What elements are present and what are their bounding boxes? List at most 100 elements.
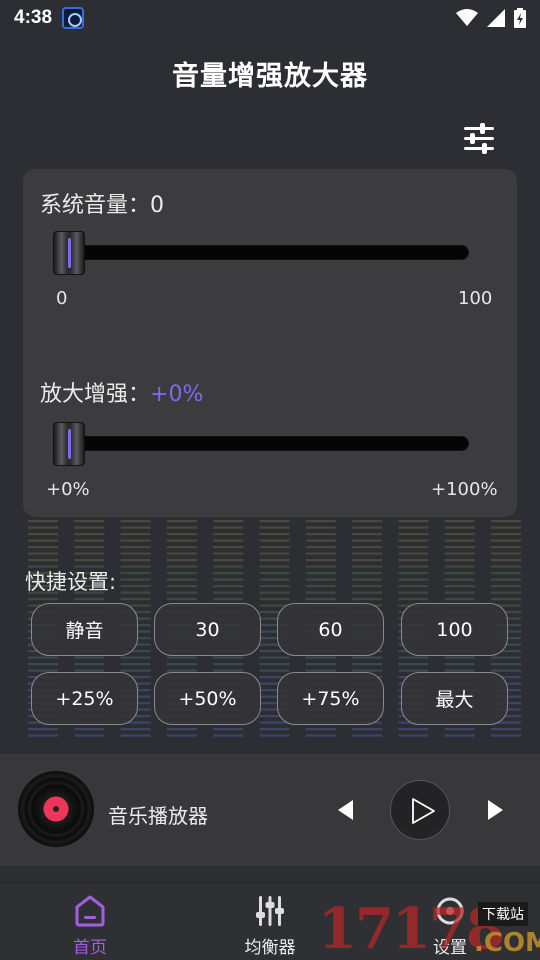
equalizer-bg-dash — [305, 578, 336, 581]
equalizer-bg-dash — [166, 591, 197, 594]
quick-30-button[interactable]: 30 — [154, 603, 261, 656]
equalizer-bg-dash — [259, 728, 290, 731]
quick-plus25-button[interactable]: +25% — [31, 672, 138, 725]
equalizer-bg-dash — [491, 559, 521, 562]
volume-card: 系统音量：0 0 100 放大增强：+0% +0% +100% — [23, 169, 517, 517]
equalizer-bg-dash — [491, 585, 521, 588]
equalizer-bg-dash — [213, 734, 244, 737]
equalizer-bg-dash — [398, 533, 429, 536]
equalizer-bg-dash — [305, 663, 336, 666]
status-bar: 4:38 — [0, 0, 540, 36]
equalizer-bg-dash — [352, 565, 383, 568]
quick-settings-title: 快捷设置: — [25, 570, 117, 594]
equalizer-bg-dash — [259, 559, 290, 562]
equalizer-bg-dash — [213, 585, 244, 588]
equalizer-bg-dash — [74, 734, 105, 737]
previous-icon[interactable] — [335, 798, 357, 822]
equalizer-bg-dash — [213, 533, 244, 536]
equalizer-bg-dash — [444, 663, 475, 666]
nav-item-home[interactable]: 首页 — [30, 883, 150, 960]
equalizer-bg-dash — [444, 526, 475, 529]
boost-slider-track[interactable] — [71, 436, 469, 451]
equalizer-bg-dash — [444, 656, 475, 659]
equalizer-bg-dash — [28, 734, 58, 737]
equalizer-bg-dash — [444, 520, 475, 523]
equalizer-bg-dash — [259, 546, 290, 549]
equalizer-bg-dash — [28, 559, 58, 562]
boost-label-text: 放大增强： — [40, 382, 151, 407]
player-title: 音乐播放器 — [108, 804, 208, 828]
equalizer-bg-dash — [166, 546, 197, 549]
equalizer-bg-dash — [259, 669, 290, 672]
equalizer-bg-dash — [120, 663, 151, 666]
equalizer-bg-dash — [166, 728, 197, 731]
equalizer-bg-dash — [259, 598, 290, 601]
equalizer-bg-dash — [213, 656, 244, 659]
equalizer-bg-dash — [398, 728, 429, 731]
equalizer-bg-dash — [166, 585, 197, 588]
equalizer-bg-dash — [491, 669, 521, 672]
system-volume-value: 0 — [150, 193, 165, 218]
equalizer-bg-dash — [259, 526, 290, 529]
equalizer-bg-dash — [444, 585, 475, 588]
equalizer-bg-dash — [259, 578, 290, 581]
equalizer-bg-dash — [259, 520, 290, 523]
equalizer-bg-dash — [120, 728, 151, 731]
vinyl-record-icon[interactable] — [18, 771, 94, 847]
quick-mute-button[interactable]: 静音 — [31, 603, 138, 656]
quick-plus50-button[interactable]: +50% — [154, 672, 261, 725]
equalizer-bg-dash — [74, 663, 105, 666]
equalizer-bg-dash — [259, 656, 290, 659]
equalizer-bg-dash — [352, 552, 383, 555]
equalizer-bg-dash — [28, 656, 58, 659]
equalizer-bg-dash — [398, 663, 429, 666]
next-icon[interactable] — [484, 798, 506, 822]
equalizer-bg-dash — [491, 539, 521, 542]
equalizer-bg-dash — [305, 656, 336, 659]
equalizer-bg-dash — [166, 572, 197, 575]
equalizer-bg-dash — [28, 663, 58, 666]
equalizer-bg-dash — [74, 533, 105, 536]
equalizer-bg-dash — [444, 565, 475, 568]
equalizer-bg-dash — [444, 734, 475, 737]
home-icon — [75, 895, 105, 927]
equalizer-bg-dash — [213, 526, 244, 529]
equalizer-bg-dash — [491, 520, 521, 523]
equalizer-bg-dash — [74, 526, 105, 529]
quick-plus75-button[interactable]: +75% — [277, 672, 384, 725]
equalizer-bg-dash — [491, 546, 521, 549]
settings-sliders-icon[interactable] — [462, 122, 496, 156]
boost-slider-thumb[interactable] — [53, 422, 85, 466]
equalizer-bg-dash — [491, 591, 521, 594]
equalizer-bg-dash — [352, 533, 383, 536]
equalizer-bg-dash — [213, 552, 244, 555]
equalizer-bg-dash — [444, 559, 475, 562]
equalizer-bg-dash — [213, 520, 244, 523]
equalizer-bg-dash — [28, 520, 58, 523]
equalizer-bg-dash — [120, 546, 151, 549]
quick-max-button[interactable]: 最大 — [401, 672, 508, 725]
equalizer-bg-dash — [213, 572, 244, 575]
play-button[interactable] — [390, 780, 450, 840]
nav-label-home: 首页 — [73, 938, 107, 958]
equalizer-bg-dash — [491, 572, 521, 575]
equalizer-bg-dash — [491, 552, 521, 555]
system-volume-slider-thumb[interactable] — [53, 231, 85, 275]
equalizer-bg-dash — [305, 734, 336, 737]
quick-100-button[interactable]: 100 — [401, 603, 508, 656]
equalizer-bg-dash — [352, 578, 383, 581]
system-volume-slider-track[interactable] — [71, 245, 469, 260]
equalizer-bg-dash — [213, 728, 244, 731]
equalizer-bg-dash — [352, 591, 383, 594]
equalizer-bg-dash — [213, 591, 244, 594]
equalizer-bg-dash — [120, 520, 151, 523]
equalizer-bg-dash — [491, 578, 521, 581]
equalizer-bg-dash — [120, 585, 151, 588]
equalizer-bg-dash — [166, 552, 197, 555]
nav-item-settings[interactable]: 设置 — [390, 883, 510, 960]
equalizer-bg-dash — [166, 656, 197, 659]
equalizer-bg-dash — [305, 552, 336, 555]
equalizer-bg-dash — [444, 552, 475, 555]
quick-60-button[interactable]: 60 — [277, 603, 384, 656]
nav-item-equalizer[interactable]: 均衡器 — [210, 883, 330, 960]
